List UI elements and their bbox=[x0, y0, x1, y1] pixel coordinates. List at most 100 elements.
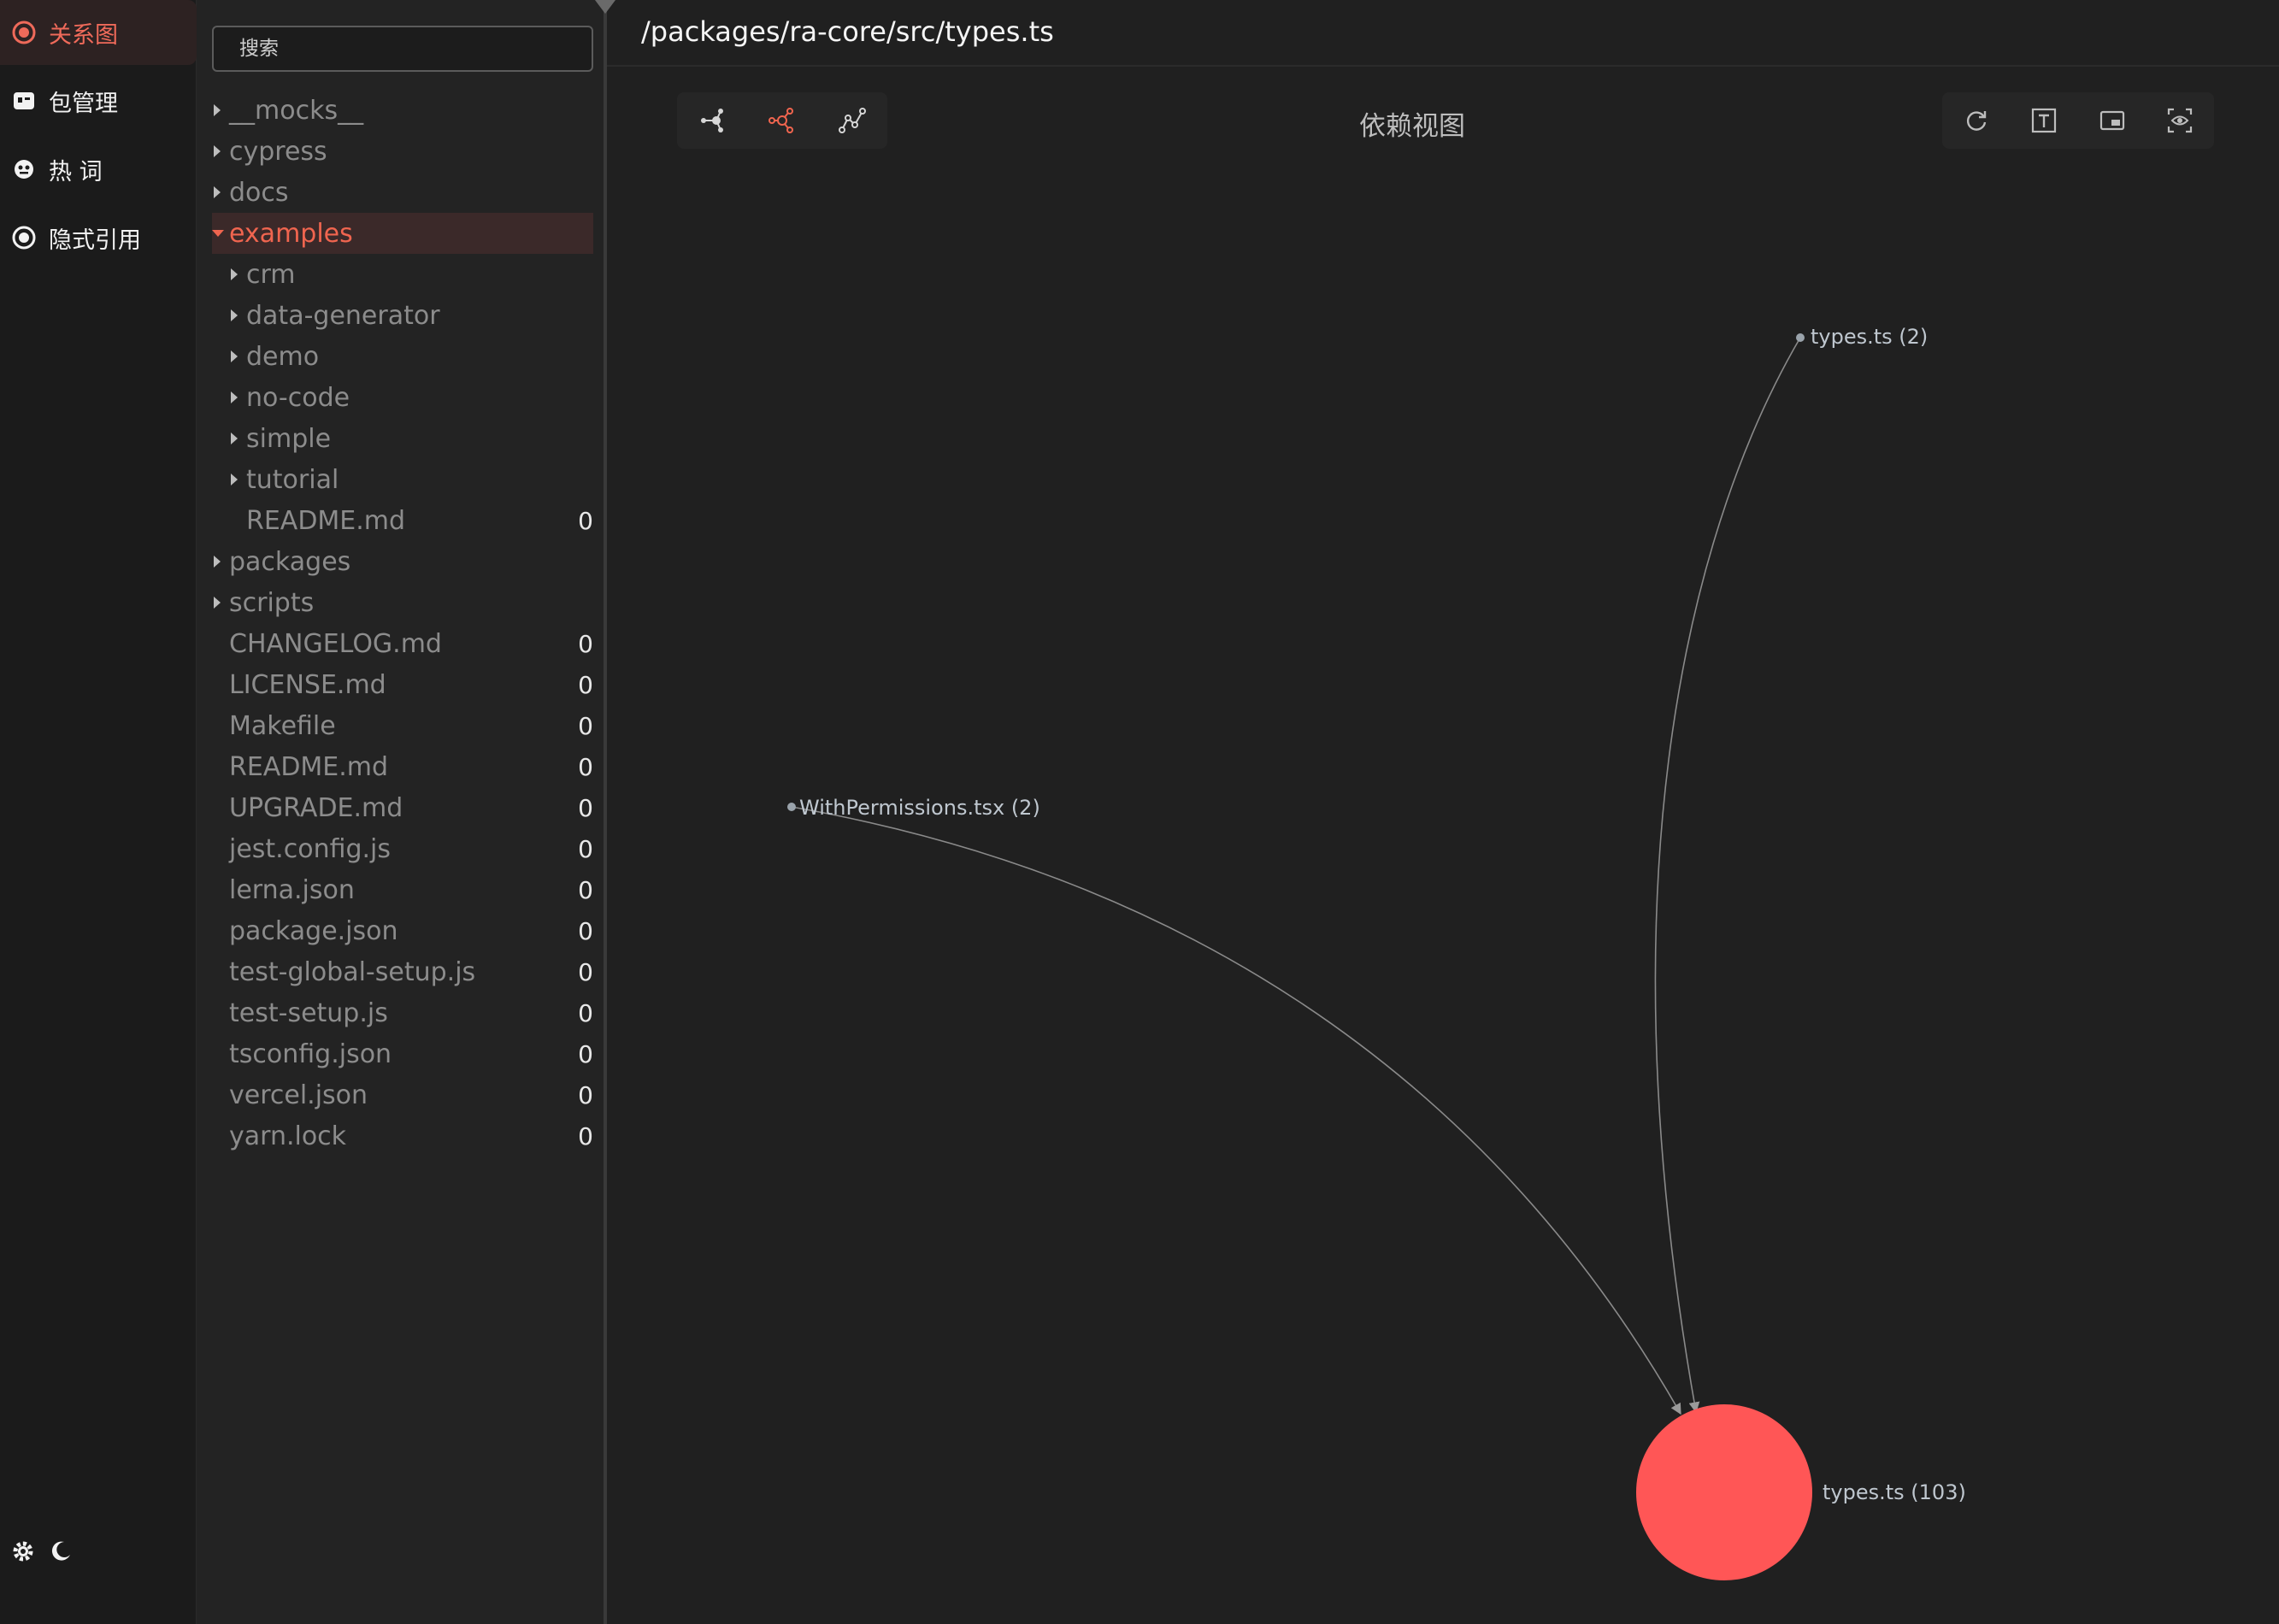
caret-right-icon[interactable] bbox=[231, 432, 238, 444]
tree-item-label: yarn.lock bbox=[229, 1121, 347, 1151]
tree-item-label: simple bbox=[246, 423, 332, 454]
header-divider bbox=[607, 65, 2279, 67]
tree-file-row[interactable]: CHANGELOG.md 0 bbox=[212, 623, 593, 664]
tree-folder-row[interactable]: crm bbox=[212, 254, 593, 295]
tree-item-label: tsconfig.json bbox=[229, 1039, 392, 1069]
hot-word-icon bbox=[11, 156, 37, 182]
tree-item-label: UPGRADE.md bbox=[229, 792, 403, 823]
caret-right-icon[interactable] bbox=[214, 104, 221, 116]
tree-folder-row[interactable]: tutorial bbox=[212, 459, 593, 500]
caret-right-icon[interactable] bbox=[214, 597, 221, 609]
graph-action-toolbar bbox=[1942, 92, 2214, 149]
text-label-icon[interactable] bbox=[2024, 101, 2064, 140]
path-graph-icon[interactable] bbox=[833, 101, 872, 140]
tree-folder-row[interactable]: cypress bbox=[212, 131, 593, 172]
nav-item-implicit-reference[interactable]: 隐式引用 bbox=[0, 205, 197, 270]
tree-item-label: vercel.json bbox=[229, 1080, 368, 1110]
reference-count: 0 bbox=[578, 998, 593, 1027]
caret-right-icon[interactable] bbox=[231, 391, 238, 403]
tree-folder-row[interactable]: docs bbox=[212, 172, 593, 213]
tree-file-row[interactable]: vercel.json 0 bbox=[212, 1074, 593, 1115]
dependency-graph[interactable]: types.ts (2) WithPermissions.tsx (2) typ… bbox=[607, 0, 2279, 1624]
implicit-reference-icon bbox=[11, 225, 37, 250]
tree-file-row[interactable]: LICENSE.md 0 bbox=[212, 664, 593, 705]
main-panel: types.ts (2) WithPermissions.tsx (2) typ… bbox=[607, 0, 2279, 1624]
caret-down-icon[interactable] bbox=[212, 230, 224, 237]
tree-item-label: tutorial bbox=[246, 464, 339, 495]
caret-right-icon[interactable] bbox=[231, 309, 238, 321]
caret-right-icon[interactable] bbox=[231, 474, 238, 485]
reference-count: 0 bbox=[578, 506, 593, 535]
tree-file-row[interactable]: package.json 0 bbox=[212, 910, 593, 951]
reference-count: 0 bbox=[578, 957, 593, 986]
package-icon bbox=[11, 88, 37, 114]
tree-item-label: README.md bbox=[229, 751, 389, 782]
tree-folder-row[interactable]: data-generator bbox=[212, 295, 593, 336]
tree-item-label: demo bbox=[246, 341, 320, 372]
graph-edge bbox=[791, 806, 1681, 1415]
tree-item-label: Makefile bbox=[229, 710, 336, 741]
nav-item-package-management[interactable]: 包管理 bbox=[0, 68, 197, 133]
tree-file-row[interactable]: tsconfig.json 0 bbox=[212, 1033, 593, 1074]
nav-item-label: 隐式引用 bbox=[49, 227, 141, 254]
reference-count: 0 bbox=[578, 1121, 593, 1150]
minimap-icon[interactable] bbox=[2093, 101, 2132, 140]
tree-folder-row[interactable]: scripts bbox=[212, 582, 593, 623]
tree-item-label: package.json bbox=[229, 915, 398, 946]
reference-count: 0 bbox=[578, 711, 593, 740]
tree-file-row[interactable]: UPGRADE.md 0 bbox=[212, 787, 593, 828]
tree-file-row[interactable]: test-global-setup.js 0 bbox=[212, 951, 593, 992]
search-input[interactable] bbox=[212, 26, 593, 72]
tree-item-label: test-global-setup.js bbox=[229, 956, 476, 987]
tree-file-row[interactable]: yarn.lock 0 bbox=[212, 1115, 593, 1156]
tree-item-label: scripts bbox=[229, 587, 315, 618]
tree-folder-row[interactable]: no-code bbox=[212, 377, 593, 418]
tree-folder-row[interactable]: packages bbox=[212, 541, 593, 582]
reference-count: 0 bbox=[578, 752, 593, 781]
tree-folder-row[interactable]: __mocks__ bbox=[212, 90, 593, 131]
caret-right-icon[interactable] bbox=[214, 556, 221, 568]
tree-item-label: docs bbox=[229, 177, 289, 208]
tree-file-row[interactable]: README.md 0 bbox=[212, 500, 593, 541]
graph-mode-toolbar bbox=[677, 92, 887, 149]
tree-item-label: jest.config.js bbox=[229, 833, 392, 864]
tree-item-label: packages bbox=[229, 546, 351, 577]
tree-file-row[interactable]: README.md 0 bbox=[212, 746, 593, 787]
caret-right-icon[interactable] bbox=[214, 145, 221, 157]
node-label: types.ts (2) bbox=[1811, 325, 1928, 349]
tree-folder-row[interactable]: examples bbox=[212, 213, 593, 254]
caret-right-icon[interactable] bbox=[214, 186, 221, 198]
left-nav: 关系图 包管理 热 词 隐式引用 bbox=[0, 0, 197, 1624]
tree-file-row[interactable]: test-setup.js 0 bbox=[212, 992, 593, 1033]
settings-icon[interactable] bbox=[10, 1539, 36, 1564]
graph-node-center[interactable] bbox=[1636, 1404, 1812, 1580]
tree-file-row[interactable]: Makefile 0 bbox=[212, 705, 593, 746]
tree-file-row[interactable]: lerna.json 0 bbox=[212, 869, 593, 910]
nav-item-relation-graph[interactable]: 关系图 bbox=[0, 0, 197, 65]
refresh-icon[interactable] bbox=[1957, 101, 1996, 140]
caret-right-icon[interactable] bbox=[231, 268, 238, 280]
reverse-dependency-icon[interactable] bbox=[763, 101, 802, 140]
tree-item-label: CHANGELOG.md bbox=[229, 628, 442, 659]
reference-count: 0 bbox=[578, 670, 593, 699]
nav-item-hot-words[interactable]: 热 词 bbox=[0, 137, 197, 202]
reference-count: 0 bbox=[578, 875, 593, 904]
tree-file-row[interactable]: jest.config.js 0 bbox=[212, 828, 593, 869]
nav-item-label: 关系图 bbox=[49, 21, 118, 49]
tree-item-label: lerna.json bbox=[229, 874, 355, 905]
nav-item-label: 包管理 bbox=[49, 90, 118, 117]
reference-count: 0 bbox=[578, 1039, 593, 1068]
dark-mode-icon[interactable] bbox=[48, 1539, 74, 1564]
caret-right-icon[interactable] bbox=[231, 350, 238, 362]
tree-folder-row[interactable]: simple bbox=[212, 418, 593, 459]
node-label: types.ts (103) bbox=[1823, 1480, 1966, 1504]
tree-item-label: LICENSE.md bbox=[229, 669, 386, 700]
focus-eye-icon[interactable] bbox=[2160, 101, 2200, 140]
graph-node-withpermissions[interactable] bbox=[787, 803, 796, 811]
tree-folder-row[interactable]: demo bbox=[212, 336, 593, 377]
graph-node-types-small[interactable] bbox=[1796, 333, 1805, 342]
reference-count: 0 bbox=[578, 629, 593, 658]
tree-item-label: test-setup.js bbox=[229, 997, 388, 1028]
tree-item-label: README.md bbox=[246, 505, 406, 536]
dependency-graph-icon[interactable] bbox=[692, 101, 732, 140]
